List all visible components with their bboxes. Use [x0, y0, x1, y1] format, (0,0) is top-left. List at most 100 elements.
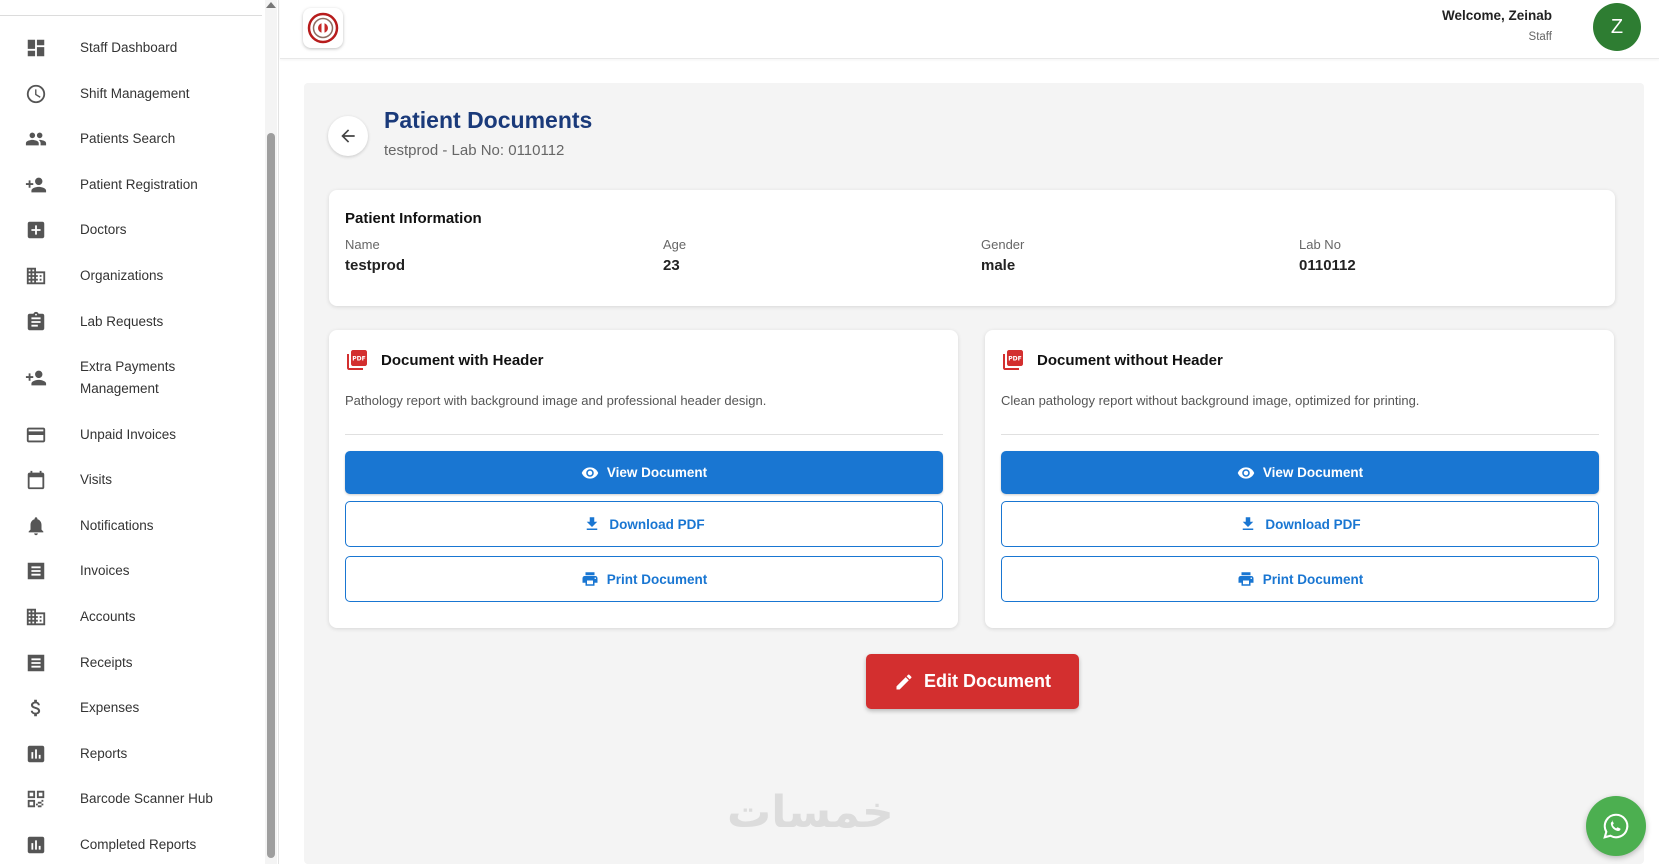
sidebar-item-staff-dashboard[interactable]: Staff Dashboard	[0, 37, 262, 59]
whatsapp-chat-button[interactable]	[1586, 796, 1646, 856]
dashboard-icon	[25, 37, 47, 59]
pdf-icon: PDF	[1003, 350, 1023, 370]
patient-info-title: Patient Information	[345, 210, 482, 227]
sidebar-divider	[0, 15, 262, 16]
qr-code-icon	[25, 788, 47, 810]
receipt-icon	[25, 560, 47, 582]
main-content: Patient Documents testprod - Lab No: 011…	[304, 83, 1644, 864]
whatsapp-icon	[1603, 813, 1629, 839]
avatar[interactable]: Z	[1593, 3, 1641, 51]
page-subtitle: testprod - Lab No: 0110112	[384, 142, 565, 159]
info-value: 23	[663, 257, 680, 274]
sidebar-item-label: Reports	[80, 746, 128, 761]
divider	[1001, 434, 1599, 435]
print-document-button[interactable]: Print Document	[345, 556, 943, 602]
credit-card-icon	[25, 424, 47, 446]
sidebar-item-label: Unpaid Invoices	[80, 427, 177, 442]
sidebar-item-receipts[interactable]: Receipts	[0, 652, 262, 674]
sidebar-item-label: Notifications	[80, 518, 154, 533]
sidebar-item-expenses[interactable]: Expenses	[0, 697, 262, 719]
sidebar-item-label: Lab Requests	[80, 314, 164, 329]
eye-icon	[1237, 466, 1255, 479]
sidebar-item-label: Patients Search	[80, 131, 176, 146]
pdf-icon: PDF	[347, 350, 367, 370]
patient-info-card: Patient Information Name testprod Age 23…	[329, 190, 1615, 306]
button-label: Download PDF	[609, 516, 705, 532]
sidebar-item-label: Receipts	[80, 655, 133, 670]
user-role: Staff	[1528, 31, 1552, 43]
eye-icon	[581, 466, 599, 479]
printer-icon	[1238, 572, 1254, 586]
download-pdf-button[interactable]: Download PDF	[345, 501, 943, 547]
sidebar-item-label: Expenses	[80, 700, 140, 715]
people-icon	[25, 128, 47, 150]
document-description: Pathology report with background image a…	[345, 393, 767, 408]
back-button[interactable]	[328, 116, 368, 156]
sidebar-item-organizations[interactable]: Organizations	[0, 265, 262, 287]
sidebar-scrollbar-thumb[interactable]	[267, 133, 275, 858]
building-icon	[25, 606, 47, 628]
svg-text:PDF: PDF	[352, 356, 365, 363]
dollar-icon	[25, 697, 47, 719]
bell-icon	[25, 515, 47, 537]
button-label: Print Document	[1262, 571, 1364, 587]
pencil-icon	[896, 673, 912, 689]
sidebar-item-label: Doctors	[80, 222, 127, 237]
edit-document-button[interactable]: Edit Document	[866, 654, 1079, 709]
download-pdf-button[interactable]: Download PDF	[1001, 501, 1599, 547]
sidebar-item-notifications[interactable]: Notifications	[0, 515, 262, 537]
sidebar-item-label: Shift Management	[80, 86, 190, 101]
info-value: 0110112	[1299, 257, 1356, 274]
info-label: Gender	[981, 237, 1025, 252]
sidebar-item-label: Accounts	[80, 609, 136, 624]
sidebar-item-label: Visits	[80, 472, 113, 487]
sidebar-item-accounts[interactable]: Accounts	[0, 606, 262, 628]
print-document-button[interactable]: Print Document	[1001, 556, 1599, 602]
svg-text:PDF: PDF	[1008, 356, 1021, 363]
person-add-icon	[25, 174, 47, 196]
document-without-header-card: PDF Document without Header Clean pathol…	[985, 330, 1614, 628]
lab-logo[interactable]	[303, 8, 343, 48]
sidebar-item-label-line2: Management	[80, 381, 159, 396]
scroll-up-arrow-icon[interactable]	[266, 2, 276, 8]
button-label: Download PDF	[1265, 516, 1361, 532]
person-add-icon	[25, 367, 47, 389]
sidebar-item-doctors[interactable]: Doctors	[0, 219, 262, 241]
document-title: Document without Header	[1037, 351, 1223, 369]
button-label: Print Document	[606, 571, 708, 587]
sidebar-item-barcode-scanner-hub[interactable]: Barcode Scanner Hub	[0, 788, 262, 810]
medical-plus-icon	[25, 219, 47, 241]
welcome-text: Welcome, Zeinab	[1441, 8, 1552, 23]
sidebar-item-label: Barcode Scanner Hub	[80, 791, 213, 806]
document-with-header-card: PDF Document with Header Pathology repor…	[329, 330, 958, 628]
bar-chart-icon	[25, 743, 47, 765]
info-label: Lab No	[1299, 237, 1341, 252]
info-field-gender: Gender male	[981, 237, 1024, 274]
document-title: Document with Header	[381, 351, 544, 369]
receipt-icon	[25, 652, 47, 674]
sidebar-item-unpaid-invoices[interactable]: Unpaid Invoices	[0, 424, 262, 446]
info-field-age: Age 23	[663, 237, 686, 274]
sidebar-item-patient-registration[interactable]: Patient Registration	[0, 174, 262, 196]
sidebar-item-visits[interactable]: Visits	[0, 469, 262, 491]
sidebar-item-shift-management[interactable]: Shift Management	[0, 83, 262, 105]
sidebar-item-invoices[interactable]: Invoices	[0, 560, 262, 582]
sidebar-item-label: Staff Dashboard	[80, 40, 178, 55]
logo-seal-icon	[307, 12, 339, 44]
info-field-name: Name testprod	[345, 237, 405, 274]
view-document-button[interactable]: View Document	[345, 451, 943, 494]
sidebar-item-completed-reports[interactable]: Completed Reports	[0, 834, 262, 856]
info-value: testprod	[345, 257, 405, 274]
info-label: Name	[345, 237, 380, 252]
sidebar-item-patients-search[interactable]: Patients Search	[0, 128, 262, 150]
button-label: Edit Document	[923, 671, 1051, 691]
sidebar-item-extra-payments-management[interactable]: Extra Payments Management	[0, 356, 262, 400]
sidebar-item-label: Invoices	[80, 563, 130, 578]
download-icon	[1243, 517, 1254, 530]
bar-chart-icon	[25, 834, 47, 856]
sidebar-item-reports[interactable]: Reports	[0, 743, 262, 765]
view-document-button[interactable]: View Document	[1001, 451, 1599, 494]
sidebar-item-lab-requests[interactable]: Lab Requests	[0, 311, 262, 333]
printer-icon	[582, 572, 598, 586]
sidebar-item-label: Completed Reports	[80, 837, 197, 852]
